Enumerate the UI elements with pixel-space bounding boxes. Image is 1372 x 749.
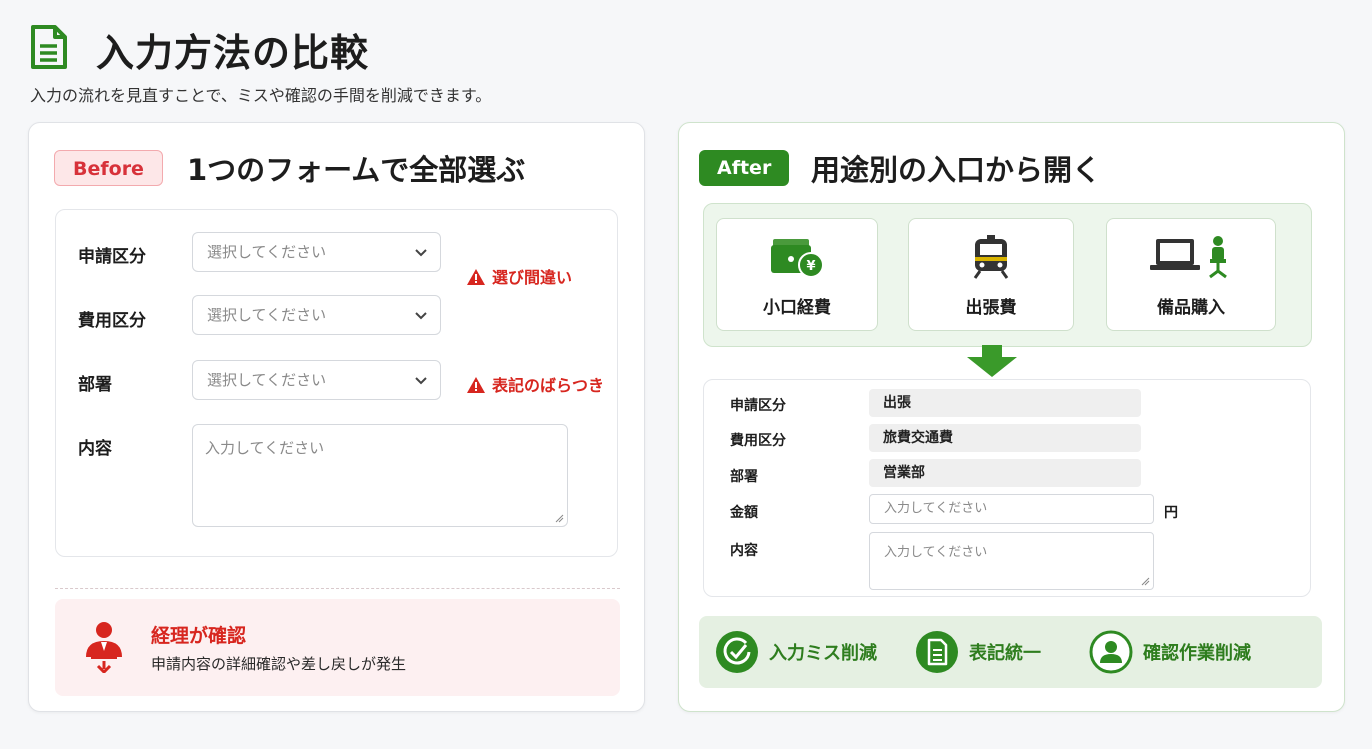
application-type-value: 出張 <box>869 389 1141 417</box>
accountant-return-icon <box>86 622 122 673</box>
chevron-down-icon <box>415 249 427 257</box>
field-label: 金額 <box>730 505 758 521</box>
content-textarea[interactable]: 入力してください <box>192 424 568 527</box>
department-value: 営業部 <box>869 459 1141 487</box>
after-panel: After 用途別の入口から開く ¥ 小口経費 出張費 備品購入 申請区分 出張… <box>678 122 1345 712</box>
benefit-item: 入力ミス削減 <box>715 631 877 673</box>
alert-title: 経理が確認 <box>151 625 247 647</box>
warning-label: 選び間違い <box>466 264 572 288</box>
field-label: 部署 <box>730 469 758 485</box>
chevron-down-icon <box>415 377 427 385</box>
amount-unit: 円 <box>1164 505 1178 521</box>
after-form: 申請区分 出張 費用区分 旅費交通費 部署 営業部 金額 入力してください 円 … <box>703 379 1311 597</box>
arrow-down-icon <box>967 345 1017 377</box>
benefit-item: 表記統一 <box>915 631 1041 673</box>
category-label: 備品購入 <box>1157 298 1225 318</box>
select-placeholder: 選択してください <box>207 371 327 389</box>
after-badge: After <box>699 150 790 186</box>
alert-description: 申請内容の詳細確認や差し戻しが発生 <box>151 655 407 673</box>
category-label: 出張費 <box>965 298 1017 318</box>
input-placeholder: 入力してください <box>884 501 988 516</box>
document-icon <box>916 631 958 673</box>
field-label: 内容 <box>730 543 758 559</box>
page-title: 入力方法の比較 <box>96 31 370 75</box>
warning-triangle-icon <box>467 269 485 285</box>
check-circle-icon <box>716 631 758 673</box>
before-panel: Before 1つのフォームで全部選ぶ 申請区分 選択してください 費用区分 選… <box>28 122 645 712</box>
accounting-review-alert: 経理が確認 申請内容の詳細確認や差し戻しが発生 <box>55 599 620 696</box>
before-badge: Before <box>54 150 163 186</box>
benefit-item: 確認作業削減 <box>1089 630 1251 674</box>
chevron-down-icon <box>415 312 427 320</box>
page-subtitle: 入力の流れを見直すことで、ミスや確認の手間を削減できます。 <box>30 86 492 105</box>
textarea-placeholder: 入力してください <box>884 545 988 560</box>
select-placeholder: 選択してください <box>207 243 327 261</box>
field-label: 部署 <box>78 375 112 395</box>
before-heading: 1つのフォームで全部選ぶ <box>187 153 526 187</box>
select-placeholder: 選択してください <box>207 306 327 324</box>
field-label: 内容 <box>78 439 112 459</box>
category-equipment-purchase[interactable]: 備品購入 <box>1106 218 1276 331</box>
resize-grip-icon[interactable] <box>1141 577 1150 586</box>
category-selector: ¥ 小口経費 出張費 備品購入 <box>703 203 1312 347</box>
textarea-placeholder: 入力してください <box>205 439 325 457</box>
train-icon <box>973 235 1009 279</box>
warning-triangle-icon <box>467 377 485 393</box>
svg-text:¥: ¥ <box>806 259 815 274</box>
divider <box>55 588 620 589</box>
document-icon <box>31 25 67 69</box>
application-type-select[interactable]: 選択してください <box>192 232 441 272</box>
expense-type-select[interactable]: 選択してください <box>192 295 441 335</box>
department-select[interactable]: 選択してください <box>192 360 441 400</box>
field-label: 費用区分 <box>730 433 786 449</box>
amount-input[interactable]: 入力してください <box>869 494 1154 524</box>
warning-text: 選び間違い <box>492 268 573 287</box>
category-petty-cash[interactable]: ¥ 小口経費 <box>716 218 878 331</box>
category-label: 小口経費 <box>763 298 831 318</box>
benefit-label: 表記統一 <box>969 643 1041 664</box>
before-form: 申請区分 選択してください 費用区分 選択してください 部署 選択してください … <box>55 209 618 557</box>
after-heading: 用途別の入口から開く <box>811 153 1102 187</box>
laptop-chair-icon <box>1150 236 1227 279</box>
expense-type-value: 旅費交通費 <box>869 424 1141 452</box>
warning-label: 表記のばらつき <box>466 372 604 396</box>
content-textarea[interactable]: 入力してください <box>869 532 1154 590</box>
resize-grip-icon[interactable] <box>555 514 564 523</box>
warning-text: 表記のばらつき <box>492 376 605 395</box>
field-label: 費用区分 <box>78 311 146 331</box>
field-label: 申請区分 <box>78 247 146 267</box>
field-label: 申請区分 <box>730 398 786 414</box>
benefit-label: 入力ミス削減 <box>769 643 877 664</box>
benefit-label: 確認作業削減 <box>1143 643 1251 664</box>
category-business-trip[interactable]: 出張費 <box>908 218 1074 331</box>
benefits-bar: 入力ミス削減 表記統一 確認作業削減 <box>699 616 1322 688</box>
user-icon <box>1089 630 1133 674</box>
wallet-yen-icon: ¥ <box>771 239 824 278</box>
